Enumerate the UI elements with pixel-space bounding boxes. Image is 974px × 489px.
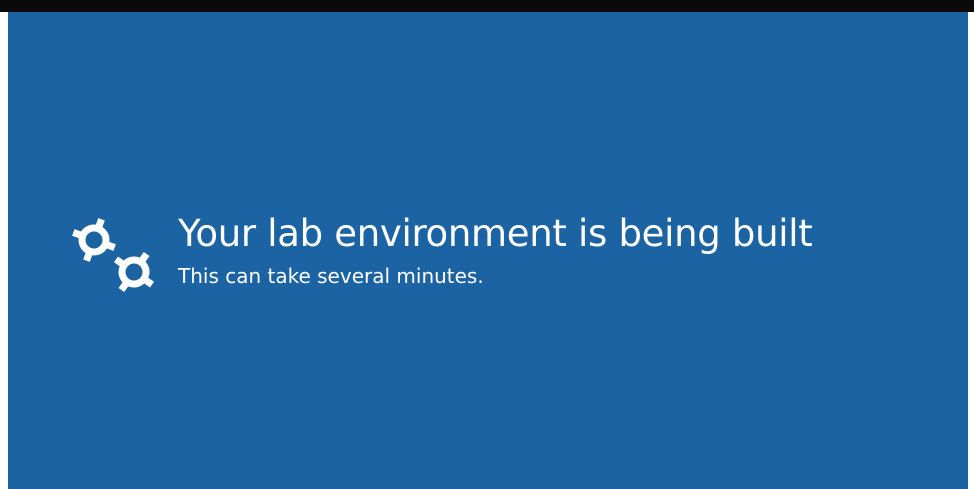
build-status-screen: Your lab environment is being built This… xyxy=(8,12,968,489)
gear-large-icon xyxy=(72,218,116,262)
top-border xyxy=(0,0,974,12)
screenshot-frame: Your lab environment is being built This… xyxy=(0,0,974,489)
status-message: This can take several minutes. xyxy=(178,264,484,288)
status-headline: Your lab environment is being built xyxy=(178,212,813,255)
gear-small-icon xyxy=(107,245,161,299)
gears-icon xyxy=(64,208,170,308)
status-text: Your lab environment is being built This… xyxy=(178,210,813,290)
build-status: Your lab environment is being built This… xyxy=(64,208,813,308)
